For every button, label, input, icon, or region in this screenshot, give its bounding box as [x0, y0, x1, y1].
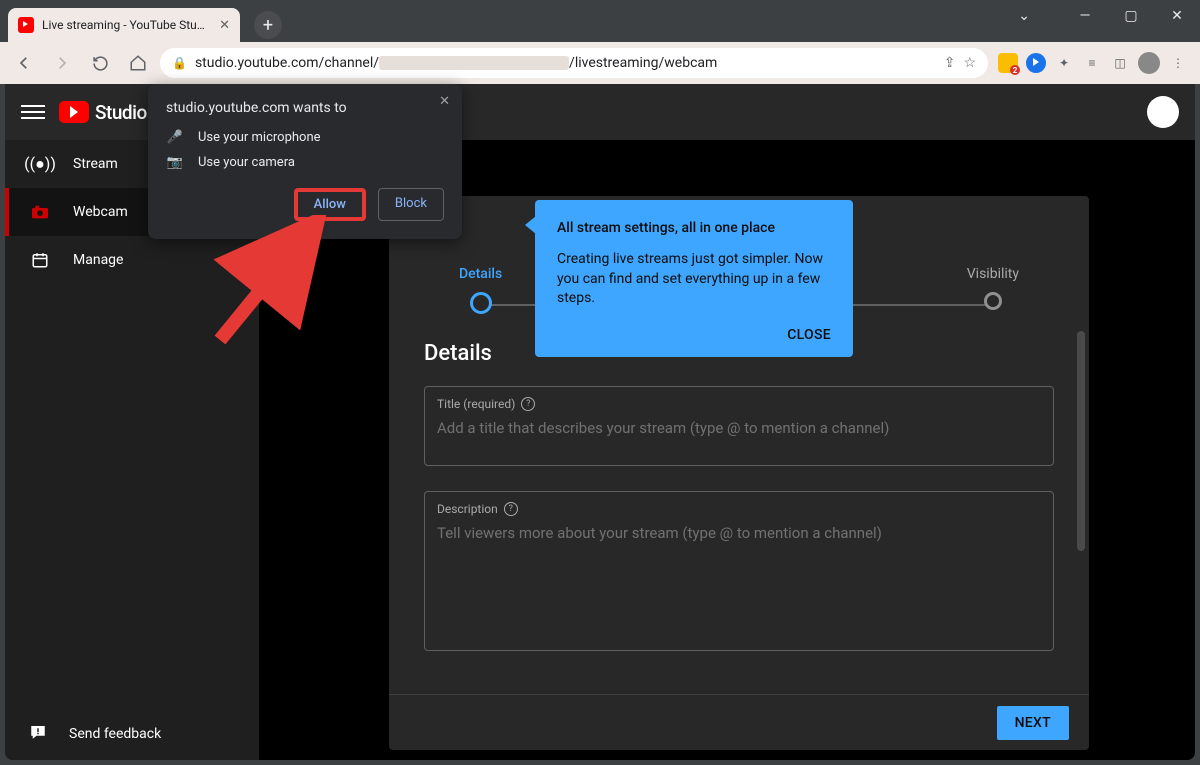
- help-icon[interactable]: ?: [504, 502, 518, 516]
- permission-microphone-row: 🎤 Use your microphone: [166, 130, 444, 145]
- sidebar-item-label: Webcam: [73, 204, 128, 220]
- share-icon[interactable]: ⇪: [944, 55, 956, 71]
- channel-avatar[interactable]: [1147, 96, 1179, 128]
- window-maximize[interactable]: ▢: [1108, 0, 1154, 32]
- side-panel-icon[interactable]: ◫: [1110, 53, 1130, 73]
- description-field-label: Description ?: [437, 502, 1041, 516]
- microphone-icon: 🎤: [166, 130, 184, 145]
- step-details[interactable]: Details: [459, 266, 502, 314]
- step-dot-icon: [470, 292, 492, 314]
- nav-forward-button[interactable]: [46, 47, 78, 79]
- lock-icon: 🔒: [172, 56, 187, 70]
- feedback-label: Send feedback: [69, 726, 161, 742]
- profile-avatar[interactable]: [1138, 52, 1160, 74]
- stream-icon: ((●)): [29, 154, 51, 174]
- help-icon[interactable]: ?: [521, 397, 535, 411]
- window-close[interactable]: ✕: [1154, 0, 1200, 32]
- youtube-play-icon: [59, 101, 89, 123]
- nav-back-button[interactable]: [8, 47, 40, 79]
- tab-close-icon[interactable]: ✕: [219, 18, 230, 33]
- bookmark-star-icon[interactable]: ☆: [963, 55, 976, 71]
- title-field[interactable]: Title (required) ? Add a title that desc…: [424, 386, 1054, 466]
- sidebar-item-manage[interactable]: Manage: [5, 236, 259, 284]
- camera-icon: 📷: [166, 155, 184, 170]
- permission-origin: studio.youtube.com wants to: [166, 100, 444, 116]
- chrome-menu-icon[interactable]: ⋮: [1168, 53, 1188, 73]
- title-field-placeholder: Add a title that describes your stream (…: [437, 419, 1041, 437]
- send-feedback-button[interactable]: Send feedback: [5, 708, 259, 760]
- step-visibility[interactable]: Visibility: [967, 266, 1019, 314]
- hamburger-menu-icon[interactable]: [21, 105, 45, 119]
- panel-footer: NEXT: [389, 694, 1089, 750]
- sidebar-item-label: Manage: [73, 252, 123, 268]
- browser-toolbar: 🔒 studio.youtube.com/channel//livestream…: [0, 42, 1200, 84]
- block-button[interactable]: Block: [378, 188, 444, 221]
- logo-text: Studio: [95, 101, 147, 124]
- extension-icon[interactable]: [998, 53, 1018, 73]
- extensions-puzzle-icon[interactable]: ✦: [1054, 53, 1074, 73]
- allow-button[interactable]: Allow: [294, 188, 366, 221]
- calendar-icon: [29, 251, 51, 269]
- webcam-icon: [29, 204, 51, 220]
- section-heading: Details: [424, 341, 492, 366]
- youtube-studio-logo[interactable]: Studio: [59, 101, 147, 124]
- youtube-favicon: [18, 17, 34, 33]
- title-field-label: Title (required) ?: [437, 397, 1041, 411]
- description-field[interactable]: Description ? Tell viewers more about yo…: [424, 491, 1054, 651]
- onboarding-callout: All stream settings, all in one place Cr…: [535, 200, 853, 357]
- nav-reload-button[interactable]: [84, 47, 116, 79]
- step-label: Visibility: [967, 266, 1019, 282]
- nav-home-button[interactable]: [122, 47, 154, 79]
- callout-close-button[interactable]: CLOSE: [557, 327, 831, 343]
- callout-title: All stream settings, all in one place: [557, 220, 831, 236]
- panel-scrollbar[interactable]: [1077, 331, 1085, 551]
- permission-prompt: ✕ studio.youtube.com wants to 🎤 Use your…: [148, 84, 462, 239]
- next-button[interactable]: NEXT: [997, 706, 1069, 740]
- feedback-icon: [29, 723, 47, 745]
- sidebar-item-label: Stream: [73, 156, 118, 172]
- callout-body: Creating live streams just got simpler. …: [557, 250, 831, 309]
- browser-tab[interactable]: Live streaming - YouTube Studio ✕: [8, 8, 240, 42]
- extension-icon[interactable]: [1026, 53, 1046, 73]
- permission-close-icon[interactable]: ✕: [439, 94, 450, 109]
- address-bar[interactable]: 🔒 studio.youtube.com/channel//livestream…: [160, 48, 988, 78]
- window-minimize[interactable]: ―: [1062, 0, 1108, 32]
- window-dropdown-icon[interactable]: ⌄: [1018, 8, 1030, 24]
- step-dot-icon: [984, 292, 1002, 310]
- url-text: studio.youtube.com/channel//livestreamin…: [195, 55, 717, 71]
- description-field-placeholder: Tell viewers more about your stream (typ…: [437, 524, 1041, 542]
- tab-title: Live streaming - YouTube Studio: [42, 18, 211, 32]
- permission-camera-row: 📷 Use your camera: [166, 155, 444, 170]
- new-tab-button[interactable]: +: [254, 11, 282, 39]
- step-label: Details: [459, 266, 502, 282]
- reading-list-icon[interactable]: ≡: [1082, 53, 1102, 73]
